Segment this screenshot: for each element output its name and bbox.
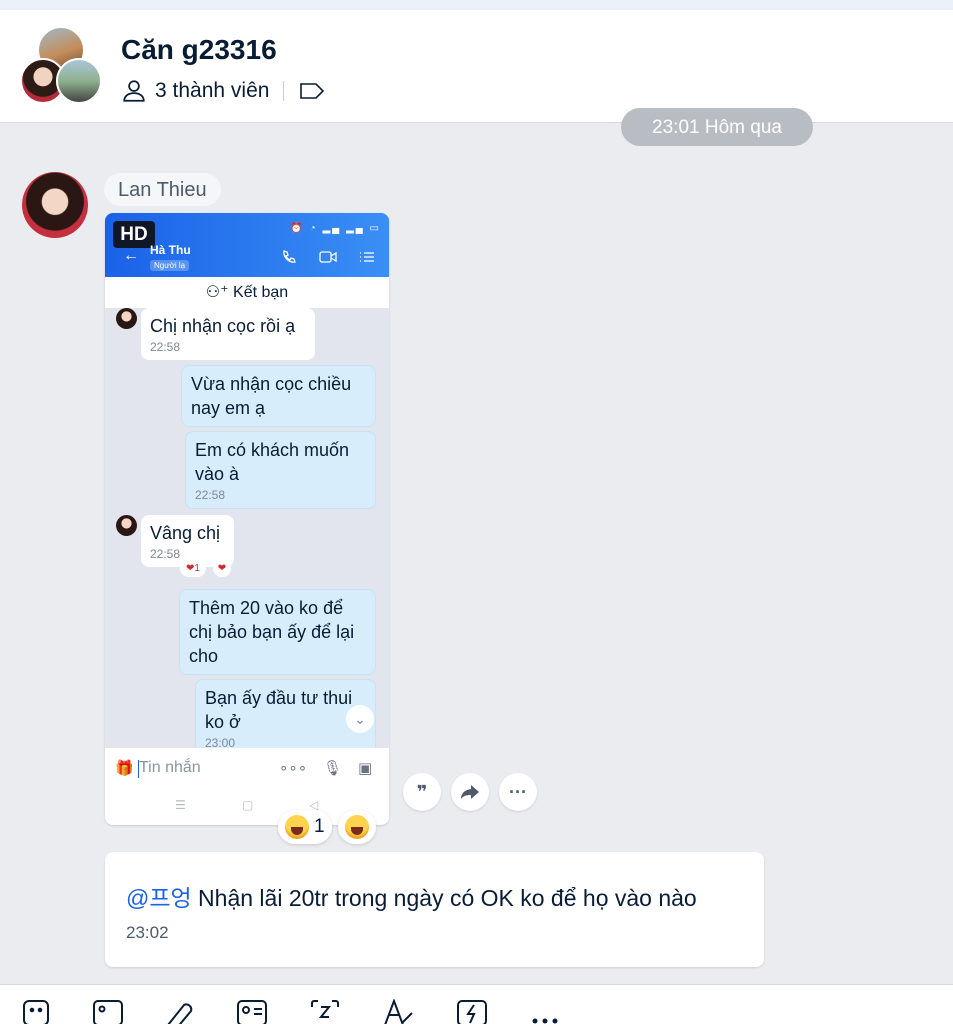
message-text: Vâng chị [150,523,221,543]
heart-icon: ❤ [213,560,231,577]
contact-card-icon[interactable] [236,999,268,1024]
member-avatar [56,58,102,104]
recent-apps-icon: ☰ [175,798,186,812]
video-call-icon [319,251,337,263]
message-text: Vừa nhận cọc chiều nay em ạ [191,374,352,418]
heart-reaction: ❤1 [180,560,206,577]
attachment-icon[interactable] [162,999,194,1024]
image-icon: ▣ [358,760,373,777]
group-avatar[interactable] [20,26,104,110]
message-body: Nhận lãi 20tr trong ngày có OK ko để họ … [191,885,697,911]
laugh-cry-emoji-icon [344,815,369,839]
message-bubble: Chị nhận cọc rồi ạ 22:58 [141,308,315,360]
add-friend-bar: ⚇⁺ Kết bạn [105,277,389,308]
image-icon[interactable] [92,999,124,1024]
hd-badge: HD [113,221,155,248]
add-friend-label: Kết bạn [233,284,289,301]
message-bubble: Em có khách muốn vào à 22:58 [185,431,376,509]
person-icon [123,80,145,102]
message-time: 22:58 [150,340,181,354]
sender-name: Lan Thieu [104,173,221,206]
member-info[interactable]: 3 thành viên [121,76,334,106]
quick-message-icon[interactable] [456,999,488,1024]
more-dots-icon: ∘∘∘ [279,760,308,777]
divider [283,81,285,101]
text-message[interactable]: @프엉 Nhận lãi 20tr trong ngày có OK ko để… [105,852,764,967]
member-count: 3 thành viên [155,79,270,102]
sticker-icon[interactable] [22,999,50,1024]
text-format-icon[interactable] [382,999,416,1024]
reaction-count: 1 [194,563,200,574]
message-time: 22:58 [150,547,181,561]
composer-toolbar [0,984,953,1024]
group-name[interactable]: Căn g23316 [121,34,277,66]
message-time: 23:02 [126,923,169,942]
forward-button[interactable] [451,773,489,811]
contact-avatar [116,515,137,536]
message-text: @프엉 Nhận lãi 20tr trong ngày có OK ko để… [126,879,697,913]
status-icons: ⏰ ◔ ▂▄ ▂▄ ▭ [290,223,381,234]
sticker-icon: 🎁 [115,760,134,777]
sender-avatar[interactable] [22,172,88,238]
message-text: Chị nhận cọc rồi ạ [150,316,296,336]
chat-header: Căn g23316 3 thành viên [0,10,953,123]
contact-tag: Người lạ [150,260,190,271]
quote-button[interactable]: ❞ [403,773,441,811]
scroll-down-icon: ⌄ [346,705,374,733]
home-icon: ▢ [242,798,254,812]
contact-avatar [116,308,137,329]
contact-name: Hà Thu [150,243,191,257]
message-bubble: Vừa nhận cọc chiều nay em ạ [181,365,376,427]
message-text: Em có khách muốn vào à [195,440,350,484]
more-options-icon[interactable] [530,999,560,1024]
list-icon [360,252,374,262]
tag-icon[interactable] [298,80,326,102]
microphone-icon: 🎙 [323,760,343,777]
mention[interactable]: @프엉 [126,885,192,911]
image-message[interactable]: HD ⏰ ◔ ▂▄ ▂▄ ▭ ← Hà Thu Người lạ ⚇⁺ Kết … [105,213,389,825]
laugh-cry-emoji-icon [285,815,309,839]
message-text: Thêm 20 vào ko để chị bảo bạn ấy để lại … [189,598,355,666]
embedded-header: HD ⏰ ◔ ▂▄ ▂▄ ▭ ← Hà Thu Người lạ [105,213,389,277]
message-bubble: Thêm 20 vào ko để chị bảo bạn ấy để lại … [179,589,376,675]
forward-icon [461,785,479,799]
phone-icon [283,250,296,263]
reaction-summary[interactable]: 1 [278,810,332,844]
message-time: 22:58 [195,488,226,502]
message-text: Bạn ấy đầu tư thui ko ở [205,688,353,732]
reaction-bar: 1 [278,810,376,844]
screenshot-icon[interactable] [310,999,340,1024]
time-separator: 23:01 Hôm qua [621,108,813,146]
add-reaction-button[interactable] [337,810,376,844]
top-strip [0,0,953,10]
embedded-input-bar: 🎁 Tin nhắn ∘∘∘ 🎙 ▣ [105,748,389,790]
message-actions: ❞ ··· [403,773,537,811]
reaction-count: 1 [314,816,325,837]
add-friend-icon: ⚇⁺ [205,284,234,301]
more-button[interactable]: ··· [499,773,537,811]
back-arrow-icon: ← [123,247,139,264]
input-placeholder: Tin nhắn [139,759,201,776]
